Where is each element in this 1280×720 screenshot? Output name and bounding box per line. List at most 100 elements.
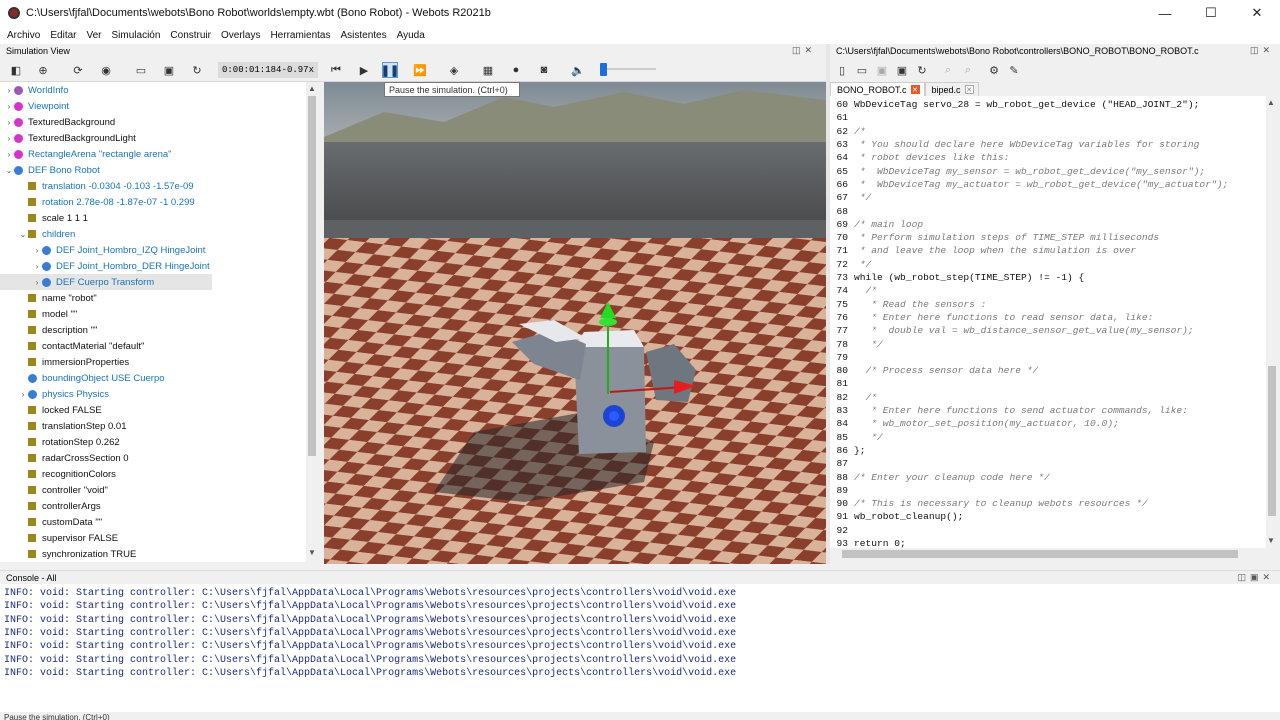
- expand-arrow-icon[interactable]: ›: [4, 102, 14, 111]
- scene-tree-item[interactable]: › TexturedBackground: [0, 114, 115, 130]
- scene-tree-item[interactable]: contactMaterial "default": [0, 338, 144, 354]
- code-line[interactable]: 65 * WbDeviceTag my_sensor = wb_robot_ge…: [830, 165, 1205, 178]
- scene-tree-item[interactable]: › physics Physics: [0, 386, 109, 402]
- revert-icon[interactable]: ↻: [914, 62, 930, 78]
- scene-tree-item[interactable]: › WorldInfo: [0, 82, 69, 98]
- save-world-icon[interactable]: ▣: [161, 62, 177, 78]
- code-line[interactable]: 90 /* This is necessary to cleanup webots…: [830, 497, 1147, 510]
- expand-arrow-icon[interactable]: ›: [18, 390, 28, 399]
- menu-editar[interactable]: Editar: [45, 30, 81, 41]
- code-line[interactable]: 87: [830, 457, 854, 470]
- scene-tree-item[interactable]: synchronization TRUE: [0, 546, 136, 562]
- scene-tree-item[interactable]: radarCrossSection 0: [0, 450, 129, 466]
- fast-forward-icon[interactable]: ⏩: [412, 62, 428, 78]
- collapse-arrow-icon[interactable]: ⌄: [4, 166, 14, 175]
- code-editor[interactable]: 60 WbDeviceTag servo_28 = wb_robot_get_de…: [830, 96, 1266, 548]
- code-line[interactable]: 88 /* Enter your cleanup code here */: [830, 470, 1049, 483]
- expand-arrow-icon[interactable]: ›: [4, 134, 14, 143]
- scene-tree-item[interactable]: supervisor FALSE: [0, 530, 118, 546]
- add-node-icon[interactable]: ⊕: [35, 62, 51, 78]
- maximize-button[interactable]: ☐: [1188, 0, 1234, 26]
- pause-button[interactable]: ❚❚: [381, 62, 399, 78]
- scene-tree-item[interactable]: rotation 2.78e-08 -1.87e-07 -1 0.299: [0, 194, 195, 210]
- expand-arrow-icon[interactable]: ›: [4, 118, 14, 127]
- scene-tree-scrollbar[interactable]: ▲ ▼: [306, 82, 318, 562]
- panel-float-close-icons[interactable]: ◫▣✕: [1237, 572, 1274, 583]
- step-icon[interactable]: ◈: [446, 62, 462, 78]
- screenshot-icon[interactable]: ◙: [536, 62, 552, 78]
- code-line[interactable]: 91 wb_robot_cleanup();: [830, 510, 963, 523]
- code-line[interactable]: 77 * double val = wb_distance_sensor_get…: [830, 324, 1193, 337]
- scene-tree-item[interactable]: ⌄ DEF Bono Robot: [0, 162, 100, 178]
- new-file-icon[interactable]: ▯: [834, 62, 850, 78]
- scroll-down-icon[interactable]: ▼: [307, 548, 317, 557]
- menu-archivo[interactable]: Archivo: [2, 30, 45, 41]
- scrollbar-thumb[interactable]: [1268, 366, 1276, 516]
- search-icon[interactable]: ⌕: [940, 62, 956, 78]
- scene-tree-item[interactable]: model "": [0, 306, 77, 322]
- code-vertical-scrollbar[interactable]: ▲ ▼: [1266, 96, 1278, 548]
- y-rotation-handle[interactable]: [599, 318, 617, 326]
- record-icon[interactable]: ●: [508, 62, 524, 78]
- close-tab-icon[interactable]: ✕: [910, 85, 920, 94]
- scene-tree-item[interactable]: scale 1 1 1: [0, 210, 88, 226]
- code-line[interactable]: 82 /*: [830, 391, 877, 404]
- code-line[interactable]: 73 while (wb_robot_step(TIME_STEP) != -1)…: [830, 271, 1084, 284]
- code-line[interactable]: 64 * robot devices like this:: [830, 151, 1009, 164]
- menu-ayuda[interactable]: Ayuda: [392, 30, 430, 41]
- panel-float-close-icons[interactable]: ◫✕: [1250, 45, 1274, 56]
- minimize-button[interactable]: —: [1142, 0, 1188, 26]
- scene-tree-item[interactable]: › RectangleArena "rectangle arena": [0, 146, 172, 162]
- build-icon[interactable]: ⚙: [986, 62, 1002, 78]
- tab-bono-robot-c[interactable]: BONO_ROBOT.c ✕: [830, 82, 925, 96]
- code-line[interactable]: 92: [830, 524, 854, 537]
- code-line[interactable]: 81: [830, 377, 854, 390]
- code-line[interactable]: 71 * and leave the loop when the simulat…: [830, 244, 1136, 257]
- collapse-arrow-icon[interactable]: ⌄: [18, 230, 28, 239]
- expand-arrow-icon[interactable]: ›: [32, 246, 42, 255]
- code-line[interactable]: 76 * Enter here functions to read sensor…: [830, 311, 1153, 324]
- reload-icon[interactable]: ⟳: [70, 62, 86, 78]
- code-line[interactable]: 78 */: [830, 337, 882, 350]
- scene-tree-item[interactable]: controller "void": [0, 482, 108, 498]
- code-line[interactable]: 79: [830, 351, 854, 364]
- code-line[interactable]: 84 * wb_motor_set_position(my_actuator, …: [830, 417, 1118, 430]
- code-line[interactable]: 69 /* main loop: [830, 218, 923, 231]
- code-line[interactable]: 80 /* Process sensor data here */: [830, 364, 1038, 377]
- code-line[interactable]: 83 * Enter here functions to send actuat…: [830, 404, 1187, 417]
- scene-tree-item[interactable]: translationStep 0.01: [0, 418, 127, 434]
- menu-simulacion[interactable]: Simulación: [107, 30, 166, 41]
- code-line[interactable]: 75 * Read the sensors :: [830, 298, 986, 311]
- save-all-icon[interactable]: ▣: [894, 62, 910, 78]
- close-tab-icon[interactable]: ✕: [964, 85, 974, 94]
- open-world-icon[interactable]: ▭: [133, 62, 149, 78]
- code-line[interactable]: 70 * Perform simulation steps of TIME_ST…: [830, 231, 1159, 244]
- scene-tree-item[interactable]: translation -0.0304 -0.103 -1.57e-09: [0, 178, 194, 194]
- menu-construir[interactable]: Construir: [165, 30, 216, 41]
- 3d-viewport[interactable]: [324, 82, 826, 564]
- code-line[interactable]: 85 */: [830, 431, 882, 444]
- scene-tree-item[interactable]: immersionProperties: [0, 354, 129, 370]
- console-output[interactable]: INFO: void: Starting controller: C:\User…: [0, 584, 1280, 712]
- close-button[interactable]: ✕: [1234, 0, 1280, 26]
- code-line[interactable]: 63 * You should declare here WbDeviceTag…: [830, 138, 1199, 151]
- code-line[interactable]: 68: [830, 204, 854, 217]
- scene-tree-item[interactable]: locked FALSE: [0, 402, 102, 418]
- scene-tree-item[interactable]: recognitionColors: [0, 466, 116, 482]
- menu-ver[interactable]: Ver: [81, 30, 106, 41]
- scene-tree-item[interactable]: › DEF Joint_Hombro_IZQ HingeJoint: [0, 242, 206, 258]
- scene-tree-item[interactable]: description "": [0, 322, 97, 338]
- code-line[interactable]: 67 */: [830, 191, 871, 204]
- code-horizontal-scrollbar[interactable]: [830, 548, 1266, 560]
- menu-asistentes[interactable]: Asistentes: [335, 30, 391, 41]
- scrollbar-thumb[interactable]: [842, 550, 1238, 558]
- scroll-up-icon[interactable]: ▲: [307, 84, 317, 93]
- expand-arrow-icon[interactable]: ›: [32, 278, 42, 287]
- code-line[interactable]: 62 /*: [830, 125, 865, 138]
- scrollbar-thumb[interactable]: [308, 96, 316, 456]
- scene-tree-item[interactable]: customData "": [0, 514, 102, 530]
- scene-tree-item[interactable]: › DEF Joint_Hombro_DER HingeJoint: [0, 258, 210, 274]
- volume-slider-handle[interactable]: [600, 63, 607, 76]
- z-axis-handle[interactable]: [609, 411, 619, 421]
- scene-tree-item[interactable]: boundingObject USE Cuerpo: [0, 370, 165, 386]
